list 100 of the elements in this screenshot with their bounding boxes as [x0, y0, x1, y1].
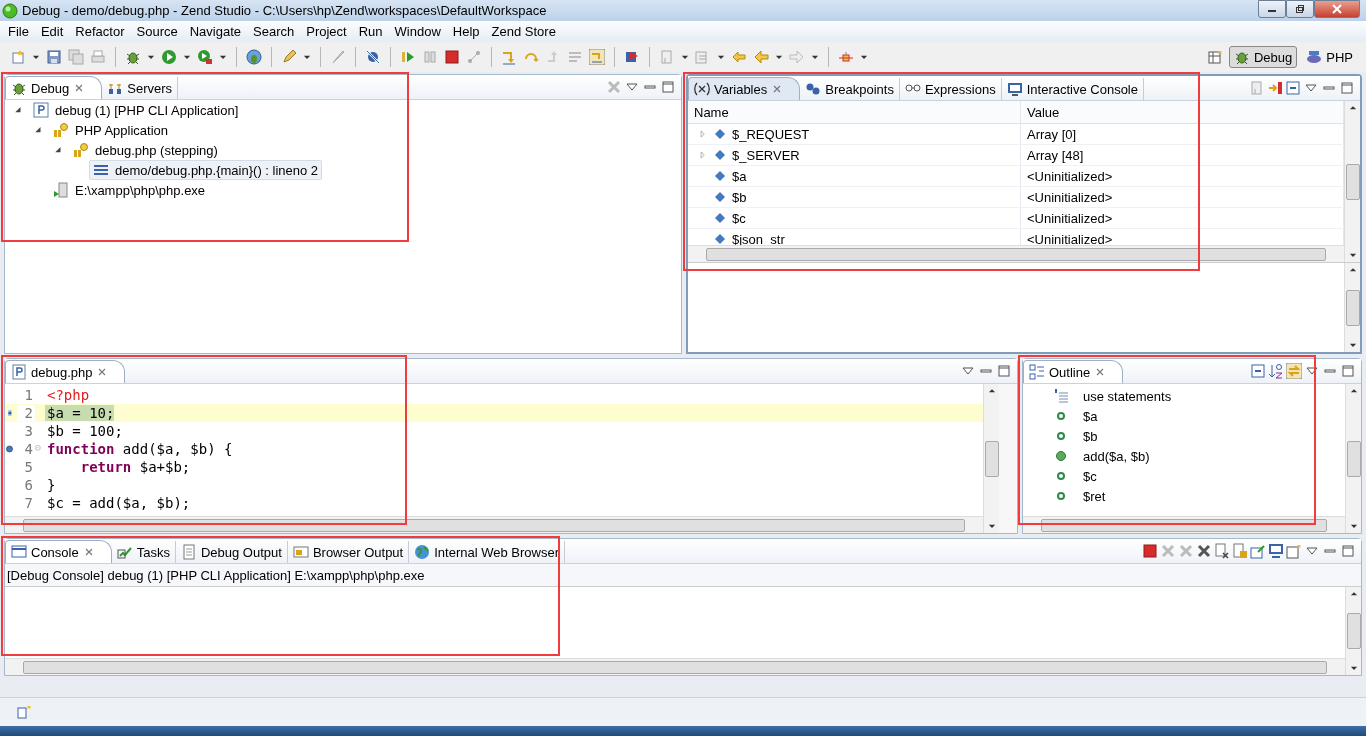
scroll-thumb[interactable]: [1345, 163, 1360, 200]
view-tab[interactable]: Variables: [688, 77, 801, 100]
pin-icon[interactable]: [1250, 543, 1266, 559]
tree-item[interactable]: debug.php (stepping): [69, 140, 222, 160]
outline-item[interactable]: $b: [1083, 428, 1098, 444]
variable-name: $_SERVER: [732, 147, 800, 163]
maximize-icon[interactable]: [1340, 363, 1356, 379]
menu-item[interactable]: Navigate: [183, 24, 247, 39]
scroll-thumb[interactable]: [1346, 440, 1361, 477]
outline-item[interactable]: $c: [1083, 468, 1097, 484]
menu-item[interactable]: Window: [388, 24, 447, 39]
stop-icon[interactable]: [444, 49, 460, 65]
menu-item[interactable]: Refactor: [69, 24, 131, 39]
menu-item[interactable]: Project: [300, 24, 353, 39]
outline-item[interactable]: $a: [1083, 408, 1098, 424]
open-perspective-icon[interactable]: [1206, 49, 1223, 65]
view-tab[interactable]: Debug Output: [175, 541, 288, 563]
terminate-icon[interactable]: [1142, 543, 1158, 559]
save-icon[interactable]: [46, 49, 62, 65]
maximize-icon[interactable]: [996, 363, 1012, 379]
disconnect-icon[interactable]: [466, 49, 482, 65]
view-tab[interactable]: Console: [5, 540, 112, 563]
printer-icon[interactable]: [90, 49, 106, 65]
scrollbar[interactable]: [1344, 263, 1360, 352]
expand-columns-icon[interactable]: [1267, 80, 1283, 96]
scrollbar[interactable]: [1345, 384, 1361, 533]
outline-item[interactable]: use statements: [1083, 388, 1172, 404]
clear-console-icon[interactable]: [1214, 543, 1230, 559]
new-console-icon[interactable]: [1286, 543, 1302, 559]
pen-icon[interactable]: [281, 49, 297, 65]
scrollbar[interactable]: [1345, 587, 1361, 675]
perspective-button[interactable]: Debug: [1228, 46, 1298, 68]
remove-dark-icon[interactable]: [1196, 543, 1212, 559]
outline-item[interactable]: $ret: [1083, 488, 1106, 504]
maximize-icon[interactable]: [660, 79, 676, 95]
maximize-icon[interactable]: [1340, 543, 1356, 559]
restore-button[interactable]: [1286, 0, 1314, 18]
view-tab[interactable]: Interactive Console: [1001, 78, 1144, 100]
resume-icon[interactable]: [400, 49, 416, 65]
star-arrow-icon[interactable]: [731, 49, 747, 65]
view-tab[interactable]: Expressions: [899, 78, 1002, 100]
remove-all-icon[interactable]: [606, 79, 622, 95]
menu-item[interactable]: Zend Store: [485, 24, 562, 39]
view-tab[interactable]: Internal Web Browser: [409, 541, 565, 563]
scroll-thumb[interactable]: [1346, 613, 1361, 649]
scroll-thumb[interactable]: [1345, 289, 1360, 326]
skip-breakpoints-icon[interactable]: [365, 49, 381, 65]
bug-icon[interactable]: [125, 49, 141, 65]
menu-item[interactable]: Run: [352, 24, 389, 39]
scrollbar[interactable]: [5, 516, 983, 533]
view-tab[interactable]: Browser Output: [287, 541, 410, 563]
step-into-icon[interactable]: [501, 49, 517, 65]
tree-item[interactable]: PHP Application: [49, 120, 172, 140]
scrollbar[interactable]: [5, 658, 1345, 675]
collapse-all-icon[interactable]: [1285, 80, 1301, 96]
back-arrow-icon[interactable]: [753, 49, 769, 65]
view-tab[interactable]: Outline: [1023, 360, 1124, 383]
perspective-button[interactable]: PHP: [1301, 46, 1358, 68]
view-tab[interactable]: Servers: [102, 77, 179, 99]
new-file-icon[interactable]: [10, 49, 26, 65]
pin-marker-icon[interactable]: [838, 49, 854, 65]
menu-item[interactable]: Edit: [34, 24, 70, 39]
outline-item[interactable]: add($a, $b): [1083, 448, 1150, 464]
breakpoints-icon: [805, 81, 822, 97]
minimize-button[interactable]: [1258, 0, 1286, 18]
view-tab[interactable]: Debug: [5, 76, 103, 99]
flag-icon[interactable]: [624, 49, 640, 65]
menu-item[interactable]: Help: [446, 24, 486, 39]
stack-frame-icon: [93, 162, 109, 178]
brush-icon[interactable]: [330, 49, 346, 65]
scrollbar[interactable]: [688, 245, 1344, 262]
column-header[interactable]: Name: [688, 101, 1021, 123]
display-icon[interactable]: [1268, 543, 1284, 559]
variable-name: $b: [732, 189, 747, 205]
menu-item[interactable]: Search: [247, 24, 301, 39]
globe-bug-icon[interactable]: [246, 49, 262, 65]
fast-view-icon[interactable]: [16, 704, 32, 720]
step-filter-icon[interactable]: [589, 49, 605, 65]
menu-item[interactable]: File: [2, 24, 35, 39]
menu-item[interactable]: Source: [130, 24, 184, 39]
view-tab[interactable]: debug.php: [5, 360, 126, 383]
view-tab[interactable]: Tasks: [111, 541, 176, 563]
php-perspective-icon: [1306, 49, 1323, 65]
tree-item[interactable]: E:\xampp\php\php.exe: [49, 180, 210, 200]
run-tool-icon[interactable]: [197, 49, 213, 65]
scroll-thumb[interactable]: [706, 247, 1326, 261]
scrollbar[interactable]: [1344, 101, 1360, 262]
collapse-all-icon[interactable]: [1250, 363, 1266, 379]
close-button[interactable]: [1314, 0, 1360, 18]
tree-item[interactable]: demo/debug.php.{main}() : lineno 2: [89, 160, 323, 180]
document-icon: [180, 544, 197, 560]
maximize-icon[interactable]: [1339, 80, 1355, 96]
scroll-thumb[interactable]: [23, 660, 1327, 674]
tree-item[interactable]: debug (1) [PHP CLI Application]: [29, 100, 243, 120]
scrollbar[interactable]: [983, 384, 999, 533]
run-icon[interactable]: [161, 49, 177, 65]
scroll-thumb[interactable]: [23, 518, 965, 532]
view-tab[interactable]: Breakpoints: [800, 78, 900, 100]
scroll-thumb[interactable]: [984, 440, 999, 477]
sort-icon[interactable]: [1268, 363, 1284, 379]
